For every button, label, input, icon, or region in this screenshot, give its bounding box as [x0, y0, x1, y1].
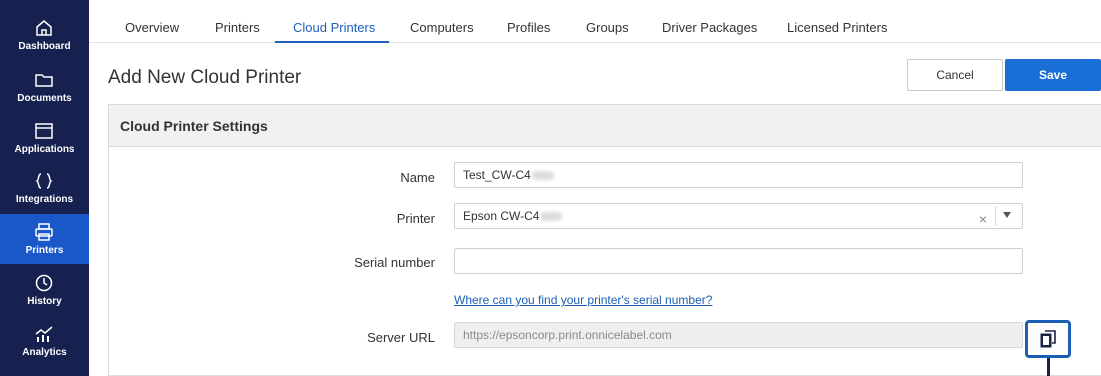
dropdown-divider [995, 206, 996, 226]
sidebar-item-label: Documents [17, 93, 72, 104]
serial-number-help-link[interactable]: Where can you find your printer's serial… [454, 293, 712, 307]
sidebar-item-integrations[interactable]: Integrations [0, 163, 89, 213]
chevron-down-icon[interactable] [1003, 212, 1011, 218]
tab-licensed-printers[interactable]: Licensed Printers [787, 20, 887, 36]
active-tab-indicator [275, 41, 389, 43]
tab-printers[interactable]: Printers [215, 20, 260, 36]
redacted-text [531, 171, 554, 181]
sidebar-item-label: Printers [25, 245, 64, 256]
sidebar-item-label: Analytics [22, 347, 67, 358]
sidebar-item-printers[interactable]: Printers [0, 214, 89, 264]
sidebar-item-label: History [27, 296, 62, 307]
tab-profiles[interactable]: Profiles [507, 20, 550, 36]
sidebar-item-dashboard[interactable]: Dashboard [0, 10, 89, 60]
cancel-button[interactable]: Cancel [907, 59, 1003, 91]
sidebar-item-applications[interactable]: Applications [0, 113, 89, 163]
analytics-icon [35, 326, 53, 342]
printer-icon [35, 223, 53, 241]
printer-label: Printer [396, 211, 435, 226]
clear-icon[interactable]: × [977, 211, 989, 227]
home-icon [36, 20, 52, 36]
copy-button[interactable] [1025, 320, 1071, 358]
sidebar-item-label: Dashboard [18, 41, 71, 52]
sidebar-item-label: Integrations [15, 194, 74, 205]
tab-computers[interactable]: Computers [410, 20, 474, 36]
redacted-text [540, 212, 563, 222]
sidebar-item-analytics[interactable]: Analytics [0, 316, 89, 366]
window-icon [35, 123, 53, 139]
sidebar-item-documents[interactable]: Documents [0, 62, 89, 112]
name-label: Name [400, 170, 435, 185]
section-title: Cloud Printer Settings [120, 118, 268, 134]
server-url-label: Server URL [367, 330, 435, 345]
sidebar: Dashboard Documents Applications Integra… [0, 0, 89, 376]
tab-cloud-printers[interactable]: Cloud Printers [293, 20, 375, 36]
folder-icon [35, 74, 53, 87]
serial-number-label: Serial number [354, 255, 435, 270]
name-value: Test_CW-C4 [463, 168, 531, 182]
history-icon [35, 274, 53, 292]
printer-select[interactable]: Epson CW-C4 [454, 203, 1023, 229]
printer-value: Epson CW-C4 [463, 209, 540, 223]
serial-number-field[interactable] [454, 248, 1023, 274]
card-header: Cloud Printer Settings [109, 105, 1101, 147]
server-url-value: https://epsoncorp.print.onnicelabel.com [463, 328, 672, 342]
braces-icon [35, 173, 53, 189]
sidebar-item-history[interactable]: History [0, 265, 89, 315]
copy-icon [1040, 330, 1056, 348]
tab-groups[interactable]: Groups [586, 20, 629, 36]
page-title: Add New Cloud Printer [108, 67, 302, 88]
callout-pointer [1047, 358, 1050, 376]
server-url-field: https://epsoncorp.print.onnicelabel.com [454, 322, 1023, 348]
name-field[interactable]: Test_CW-C4 [454, 162, 1023, 188]
tab-driver-packages[interactable]: Driver Packages [662, 20, 757, 36]
sidebar-item-label: Applications [14, 144, 75, 155]
tab-bar: Overview Printers Cloud Printers Compute… [89, 0, 1101, 43]
tab-overview[interactable]: Overview [125, 20, 179, 36]
save-button[interactable]: Save [1005, 59, 1101, 91]
